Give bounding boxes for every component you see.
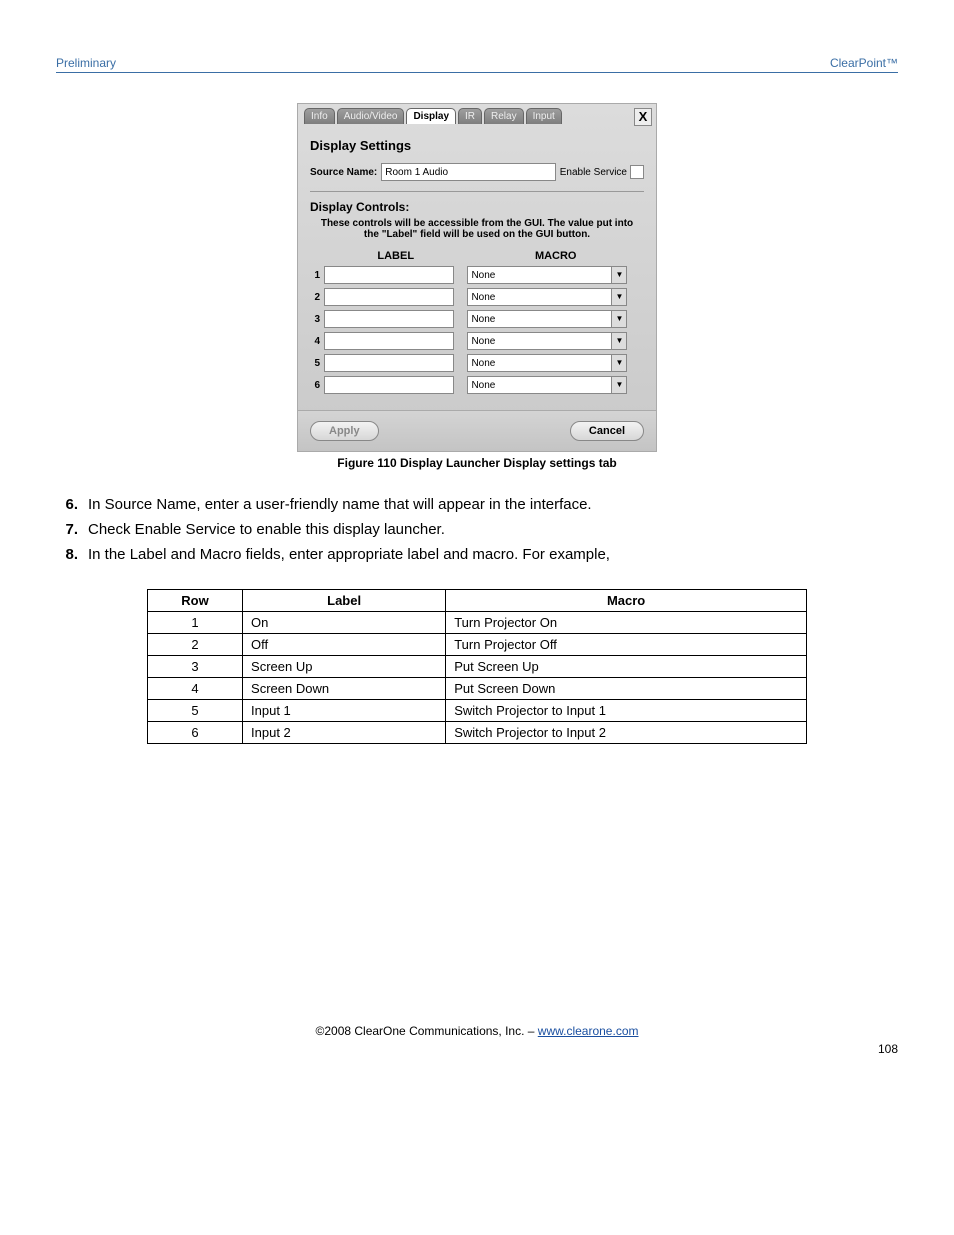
enable-service-checkbox[interactable] (630, 165, 644, 179)
col-macro: MACRO (467, 250, 644, 262)
header-right: ClearPoint™ (830, 56, 898, 70)
chevron-down-icon[interactable]: ▼ (611, 310, 627, 328)
apply-button[interactable]: Apply (310, 421, 379, 441)
source-name-input[interactable] (381, 163, 555, 181)
label-input[interactable] (324, 332, 454, 350)
chevron-down-icon[interactable]: ▼ (611, 354, 627, 372)
step-text: In the Label and Macro fields, enter app… (88, 546, 610, 563)
step-number: 7. (56, 521, 78, 538)
header-left: Preliminary (56, 56, 116, 70)
macro-select-value[interactable]: None (467, 310, 611, 328)
page-footer: ©2008 ClearOne Communications, Inc. – ww… (56, 1024, 898, 1056)
copyright-text: ©2008 ClearOne Communications, Inc. – (316, 1024, 538, 1038)
display-settings-dialog: X Info Audio/Video Display IR Relay Inpu… (297, 103, 657, 452)
source-name-label: Source Name: (310, 167, 377, 178)
tab-info[interactable]: Info (304, 108, 335, 124)
cancel-button[interactable]: Cancel (570, 421, 644, 441)
row-index: 5 (310, 354, 324, 372)
step-item: 6. In Source Name, enter a user-friendly… (56, 496, 898, 513)
table-row: 2OffTurn Projector Off (148, 634, 807, 656)
th-label: Label (243, 590, 446, 612)
step-text: In Source Name, enter a user-friendly na… (88, 496, 592, 513)
row-index: 1 (310, 266, 324, 284)
control-row: 3 None▼ (310, 310, 644, 328)
control-row: 4 None▼ (310, 332, 644, 350)
chevron-down-icon[interactable]: ▼ (611, 376, 627, 394)
label-input[interactable] (324, 354, 454, 372)
control-row: 5 None▼ (310, 354, 644, 372)
display-controls-desc: These controls will be accessible from t… (310, 218, 644, 240)
control-row: 2 None▼ (310, 288, 644, 306)
step-text: Check Enable Service to enable this disp… (88, 521, 445, 538)
chevron-down-icon[interactable]: ▼ (611, 332, 627, 350)
chevron-down-icon[interactable]: ▼ (611, 266, 627, 284)
row-index: 6 (310, 376, 324, 394)
row-index: 2 (310, 288, 324, 306)
col-label: LABEL (324, 250, 467, 262)
macro-select-value[interactable]: None (467, 354, 611, 372)
label-input[interactable] (324, 310, 454, 328)
step-item: 7. Check Enable Service to enable this d… (56, 521, 898, 538)
row-index: 4 (310, 332, 324, 350)
tab-display[interactable]: Display (406, 108, 456, 124)
controls-grid: LABEL MACRO 1 None▼ 2 None▼ 3 (310, 246, 644, 398)
display-controls-title: Display Controls: (310, 200, 644, 214)
label-input[interactable] (324, 266, 454, 284)
page-number: 108 (56, 1042, 898, 1056)
tab-bar: Info Audio/Video Display IR Relay Input (298, 104, 656, 124)
th-macro: Macro (446, 590, 807, 612)
table-row: 5Input 1Switch Projector to Input 1 (148, 700, 807, 722)
footer-link[interactable]: www.clearone.com (538, 1024, 639, 1038)
page-header: Preliminary ClearPoint™ (56, 56, 898, 73)
macro-select-value[interactable]: None (467, 288, 611, 306)
row-index: 3 (310, 310, 324, 328)
tab-relay[interactable]: Relay (484, 108, 524, 124)
figure-caption: Figure 110 Display Launcher Display sett… (56, 456, 898, 470)
dialog-title: Display Settings (310, 138, 644, 153)
table-row: 3Screen UpPut Screen Up (148, 656, 807, 678)
step-number: 6. (56, 496, 78, 513)
step-number: 8. (56, 546, 78, 563)
table-row: 4Screen DownPut Screen Down (148, 678, 807, 700)
tab-audio-video[interactable]: Audio/Video (337, 108, 405, 124)
table-row: 1OnTurn Projector On (148, 612, 807, 634)
macro-select-value[interactable]: None (467, 376, 611, 394)
enable-service-label: Enable Service (560, 167, 627, 178)
label-input[interactable] (324, 376, 454, 394)
macro-select-value[interactable]: None (467, 266, 611, 284)
tab-ir[interactable]: IR (458, 108, 482, 124)
example-table: Row Label Macro 1OnTurn Projector On 2Of… (147, 589, 807, 744)
tab-input[interactable]: Input (526, 108, 562, 124)
label-input[interactable] (324, 288, 454, 306)
step-item: 8. In the Label and Macro fields, enter … (56, 546, 898, 563)
th-row: Row (148, 590, 243, 612)
close-button[interactable]: X (634, 108, 652, 126)
control-row: 1 None▼ (310, 266, 644, 284)
step-list: 6. In Source Name, enter a user-friendly… (56, 496, 898, 563)
control-row: 6 None▼ (310, 376, 644, 394)
macro-select-value[interactable]: None (467, 332, 611, 350)
chevron-down-icon[interactable]: ▼ (611, 288, 627, 306)
table-row: 6Input 2Switch Projector to Input 2 (148, 722, 807, 744)
